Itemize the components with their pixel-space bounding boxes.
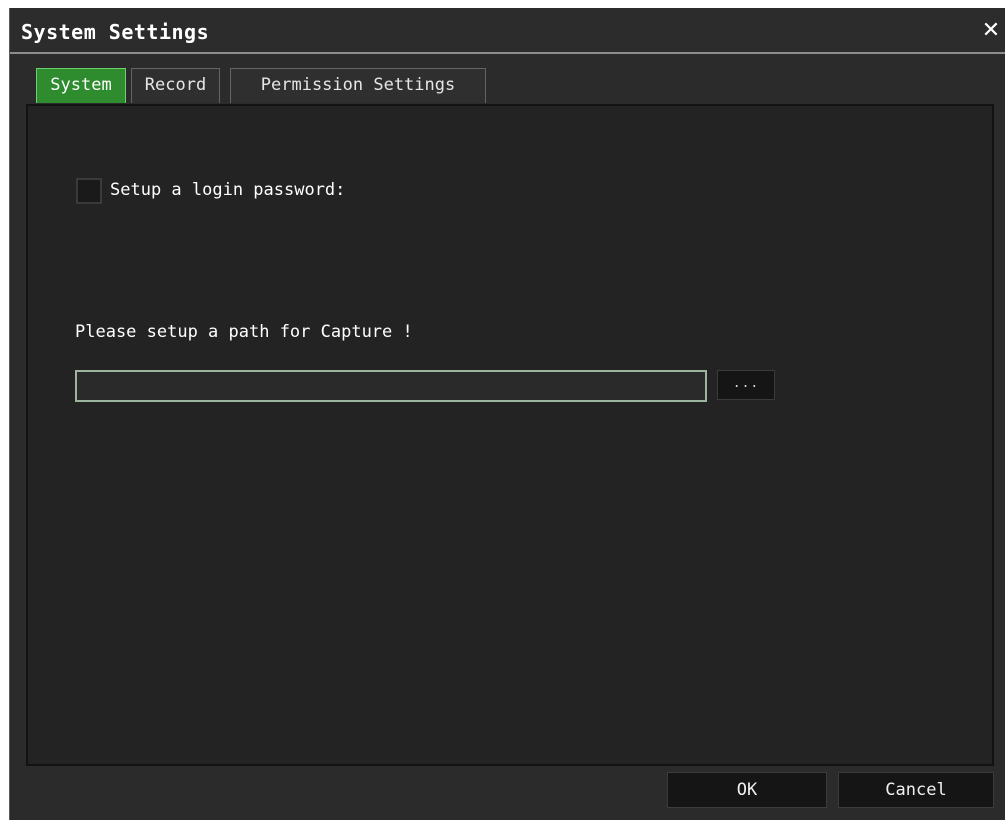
title-bar: System Settings ✕ — [10, 8, 1005, 54]
dialog-title: System Settings — [21, 20, 210, 44]
tab-system[interactable]: System — [36, 68, 126, 103]
system-settings-dialog: System Settings ✕ System Record Permissi… — [9, 8, 1005, 820]
cancel-button[interactable]: Cancel — [838, 772, 994, 808]
login-password-label: Setup a login password: — [110, 180, 346, 200]
login-password-checkbox[interactable] — [76, 178, 102, 204]
ok-button[interactable]: OK — [667, 772, 827, 808]
tab-record[interactable]: Record — [131, 68, 220, 103]
capture-path-label: Please setup a path for Capture ! — [75, 322, 413, 342]
browse-button[interactable]: ... — [717, 370, 775, 400]
system-tab-panel: Setup a login password: Please setup a p… — [26, 104, 994, 766]
tab-permission-settings[interactable]: Permission Settings — [230, 68, 486, 103]
close-icon[interactable]: ✕ — [979, 19, 1003, 43]
capture-path-input[interactable] — [75, 370, 707, 402]
